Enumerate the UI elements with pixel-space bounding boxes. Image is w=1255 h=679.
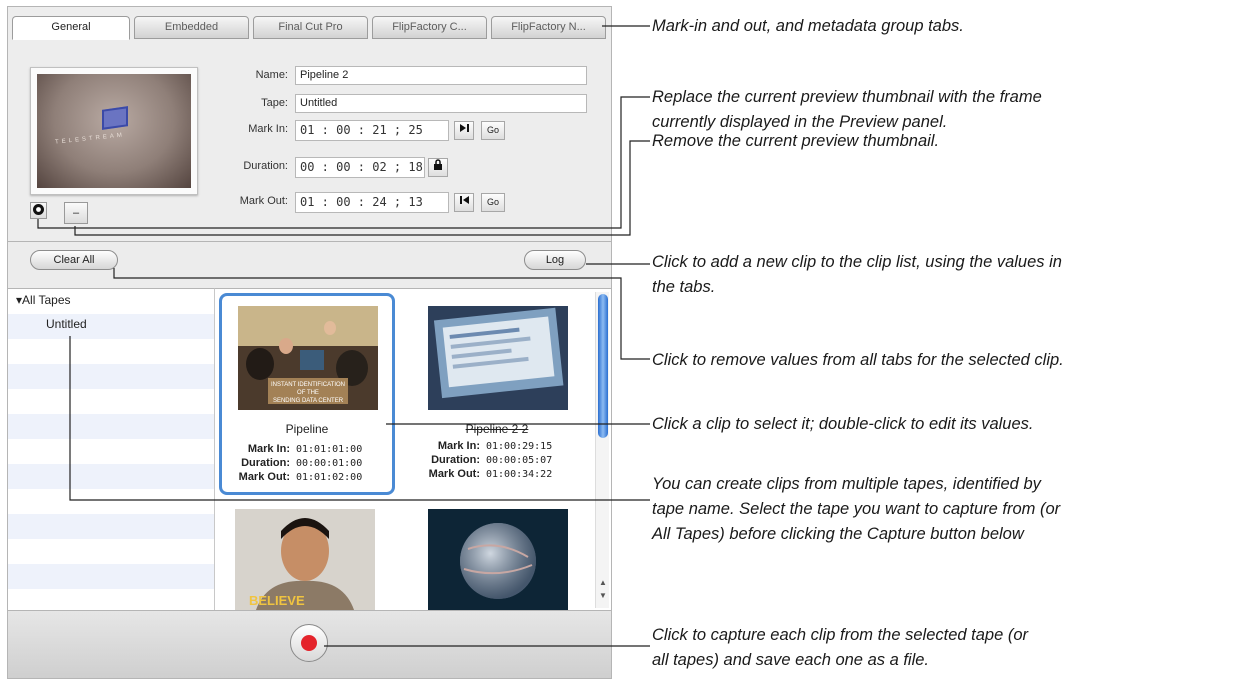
tape-list: ▾All Tapes Untitled <box>7 288 214 610</box>
globe-thumbnail-image <box>428 509 568 610</box>
lock-icon <box>434 159 442 170</box>
telestream-logo-icon <box>102 106 128 130</box>
tab-general[interactable]: General <box>12 16 130 40</box>
person-thumbnail-image: BELIEVE <box>235 509 375 610</box>
callout-tabs: Mark-in and out, and metadata group tabs… <box>652 17 964 35</box>
go-mark-in-button[interactable]: Go <box>481 121 505 140</box>
name-field[interactable]: Pipeline 2 <box>295 66 587 85</box>
callout-tapes-1: You can create clips from multiple tapes… <box>652 475 1041 493</box>
clip-card[interactable]: Pipeline 2 2 Mark In: 01:00:29:15 Duratio… <box>412 296 588 498</box>
tab-flipfactory-n[interactable]: FlipFactory N... <box>491 16 606 39</box>
duration-timecode[interactable]: 00 : 00 : 02 ; 18 <box>295 157 425 178</box>
clip-card[interactable]: INSTANT IDENTIFICATION OF THE SENDING DA… <box>219 293 395 495</box>
capture-frame-icon <box>33 204 44 215</box>
metadata-panel: General Embedded Final Cut Pro FlipFacto… <box>7 6 612 242</box>
thumbnail-caption-3: SENDING DATA CENTER <box>273 398 344 404</box>
callout-capture-2: all tapes) and save each one as a file. <box>652 651 930 669</box>
thumbnail-caption-2: OF THE <box>297 390 319 396</box>
tab-embedded[interactable]: Embedded <box>134 16 249 39</box>
clip-card[interactable] <box>412 501 588 610</box>
clear-thumbnail-button[interactable]: – <box>64 202 88 224</box>
clip-thumbnail <box>428 509 568 610</box>
callout-replace-thumbnail-1: Replace the current preview thumbnail wi… <box>652 88 1042 106</box>
callout-clear-all: Click to remove values from all tabs for… <box>652 351 1064 369</box>
set-mark-out-button[interactable] <box>454 193 474 212</box>
preview-thumbnail: TELESTREAM <box>30 67 198 195</box>
meeting-thumbnail-image: INSTANT IDENTIFICATION OF THE SENDING DA… <box>238 306 378 410</box>
clip-duration: Duration: 00:00:05:07 <box>431 454 553 466</box>
clip-duration: Duration: 00:00:01:00 <box>241 457 363 469</box>
thumbnail-image: TELESTREAM <box>37 74 191 188</box>
screen-thumbnail-image <box>428 306 568 410</box>
thumbnail-logo-text: TELESTREAM <box>54 132 126 146</box>
mark-in-timecode[interactable]: 01 : 00 : 21 ; 25 <box>295 120 449 141</box>
name-label: Name: <box>255 69 288 81</box>
callout-capture-1: Click to capture each clip from the sele… <box>652 626 1029 644</box>
tape-item-untitled[interactable]: Untitled <box>46 317 87 331</box>
clip-grid-scrollbar[interactable]: ▲ ▼ <box>595 292 609 608</box>
capture-button[interactable] <box>290 624 328 662</box>
minus-icon: – <box>72 207 80 219</box>
back-to-start-icon <box>459 196 469 204</box>
record-icon <box>301 635 317 651</box>
set-thumbnail-button[interactable] <box>30 202 47 219</box>
callout-tapes-3: All Tapes) before clicking the Capture b… <box>652 525 1024 543</box>
duration-label: Duration: <box>243 160 288 172</box>
callout-tapes-2: tape name. Select the tape you want to c… <box>652 500 1061 518</box>
clip-card[interactable]: BELIEVE <box>219 501 395 610</box>
clip-name: Pipeline <box>285 422 329 436</box>
clip-thumbnail <box>428 306 568 410</box>
go-mark-out-button[interactable]: Go <box>481 193 505 212</box>
lock-duration-button[interactable] <box>428 158 448 177</box>
clip-mark-out: Mark Out: 01:00:34:22 <box>428 468 553 480</box>
capture-bar <box>7 610 612 679</box>
callout-remove-thumbnail: Remove the current preview thumbnail. <box>652 132 940 150</box>
clip-mark-in: Mark In: 01:01:01:00 <box>247 443 363 455</box>
thumbnail-caption-1: INSTANT IDENTIFICATION <box>271 382 345 388</box>
play-to-end-icon <box>459 124 469 132</box>
tape-label: Tape: <box>261 97 288 109</box>
scroll-down-icon[interactable]: ▼ <box>598 591 608 600</box>
clip-logger-window: General Embedded Final Cut Pro FlipFacto… <box>0 0 612 679</box>
mark-in-label: Mark In: <box>248 123 288 135</box>
mark-out-timecode[interactable]: 01 : 00 : 24 ; 13 <box>295 192 449 213</box>
clip-thumbnail: BELIEVE <box>235 509 375 610</box>
set-mark-in-button[interactable] <box>454 121 474 140</box>
clip-mark-out: Mark Out: 01:01:02:00 <box>238 471 363 483</box>
scroll-thumb[interactable] <box>598 294 608 438</box>
scroll-up-icon[interactable]: ▲ <box>598 578 608 587</box>
tab-final-cut-pro[interactable]: Final Cut Pro <box>253 16 368 39</box>
clip-name: Pipeline 2 2 <box>465 422 529 436</box>
clip-grid: INSTANT IDENTIFICATION OF THE SENDING DA… <box>214 288 612 610</box>
clip-actions-bar: Clear All Log <box>7 242 612 288</box>
clip-mark-in: Mark In: 01:00:29:15 <box>437 440 553 452</box>
tab-flipfactory-c[interactable]: FlipFactory C... <box>372 16 487 39</box>
clip-thumbnail: INSTANT IDENTIFICATION OF THE SENDING DA… <box>238 306 378 410</box>
callout-log-1: Click to add a new clip to the clip list… <box>652 253 1062 271</box>
tape-field[interactable]: Untitled <box>295 94 587 113</box>
callout-log-2: the tabs. <box>652 278 716 296</box>
log-button[interactable]: Log <box>524 250 586 270</box>
thumbnail-caption: BELIEVE <box>249 593 305 608</box>
tape-item-all-tapes[interactable]: ▾All Tapes <box>16 293 71 307</box>
mark-out-label: Mark Out: <box>239 195 288 207</box>
clear-all-button[interactable]: Clear All <box>30 250 118 270</box>
callout-select-clip: Click a clip to select it; double-click … <box>652 415 1034 433</box>
